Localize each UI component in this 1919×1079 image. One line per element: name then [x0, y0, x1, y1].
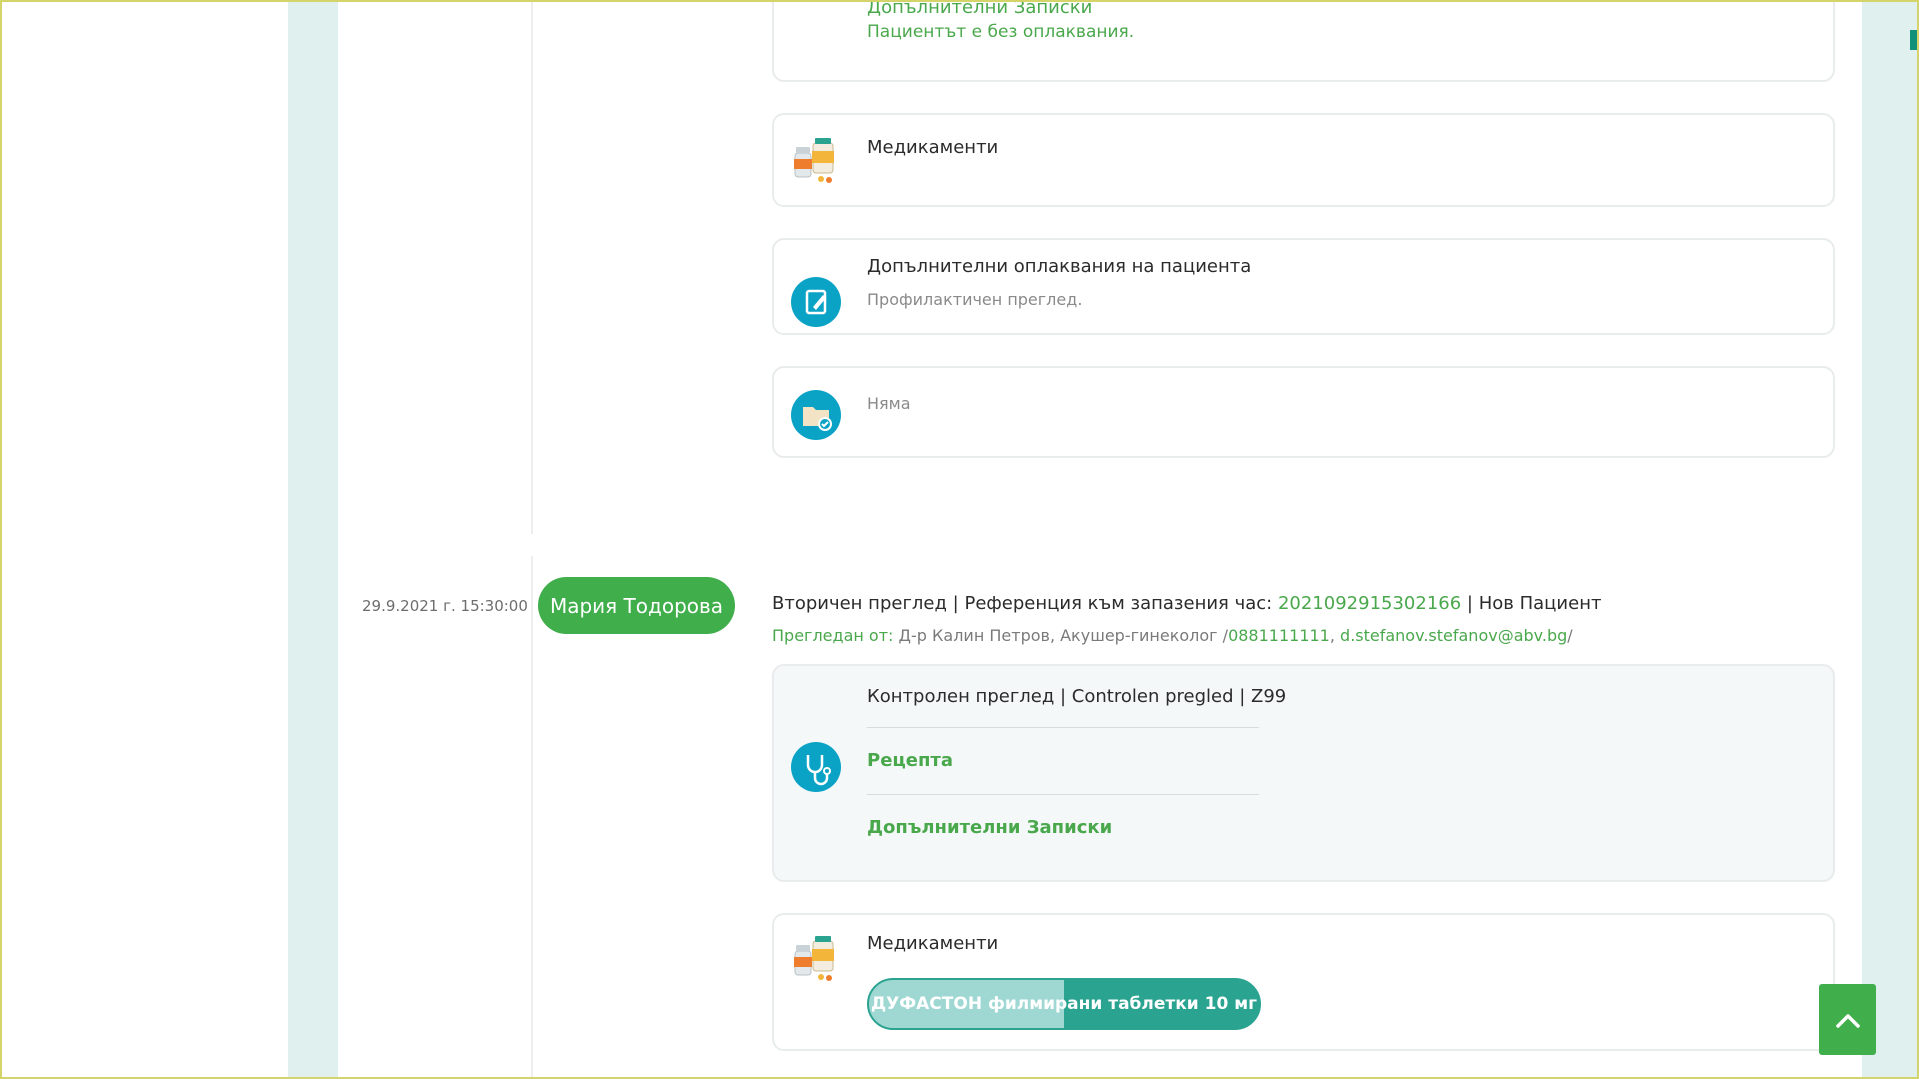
files-value: Няма	[867, 394, 911, 413]
left-gutter	[288, 0, 338, 1079]
right-gutter	[1862, 0, 1919, 1079]
timeline-line	[531, 0, 533, 534]
patient-name-badge[interactable]: Мария Тодорова	[538, 577, 735, 634]
medications-title: Медикаменти	[867, 137, 999, 158]
visit-medications-title: Медикаменти	[867, 933, 999, 954]
diagnosis-text: Контролен преглед | Controlen pregled | …	[867, 686, 1287, 707]
timeline-line	[531, 556, 533, 1079]
doctor-email-link[interactable]: d.stefanov.stefanov@abv.bg	[1340, 626, 1567, 645]
examined-by: Прегледан от: Д-р Калин Петров, Акушер-г…	[772, 626, 1573, 645]
clipboard-edit-icon	[791, 277, 841, 327]
medication-item-button[interactable]: ДУФАСТОН филмирани таблетки 10 мг	[867, 978, 1261, 1030]
complaints-card: Допълнителни оплаквания на пациента Проф…	[772, 238, 1835, 335]
complaints-value: Профилактичен преглед.	[867, 290, 1083, 309]
chevron-up-icon	[1835, 1013, 1860, 1028]
divider	[867, 794, 1259, 795]
examined-prefix: Прегледан от:	[772, 626, 894, 645]
medicine-bottles-icon	[794, 138, 834, 183]
patient-status: Нов Пациент	[1478, 593, 1602, 614]
back-to-top-button[interactable]	[1819, 984, 1876, 1055]
notes-title[interactable]: Допълнителни Записки	[867, 0, 1092, 18]
additional-notes-link[interactable]: Допълнителни Записки	[867, 817, 1112, 838]
reference-code-link[interactable]: 2021092915302166	[1278, 593, 1461, 614]
reference-label: Референция към запазения час:	[964, 593, 1273, 614]
visit-medications-card: Медикаменти ДУФАСТОН филмирани таблетки …	[772, 913, 1835, 1051]
doctor-phone-link[interactable]: 0881111111	[1228, 626, 1330, 645]
visit-summary: Вторичен преглед | Референция към запазе…	[772, 593, 1602, 614]
stethoscope-icon	[791, 742, 841, 792]
files-card: Няма	[772, 366, 1835, 458]
divider	[867, 727, 1259, 728]
folder-check-icon	[791, 390, 841, 440]
visit-datetime: 29.9.2021 г. 15:30:00	[362, 597, 528, 615]
scrollbar-thumb[interactable]	[1910, 30, 1919, 50]
medicine-bottles-icon	[794, 936, 834, 981]
notes-card: Допълнителни Записки Пациентът е без опл…	[772, 0, 1835, 82]
diagnosis-card: Контролен преглед | Controlen pregled | …	[772, 664, 1835, 882]
complaints-title: Допълнителни оплаквания на пациента	[867, 256, 1252, 277]
prescription-link[interactable]: Рецепта	[867, 750, 953, 771]
doctor-name: Д-р Калин Петров, Акушер-гинеколог /	[898, 626, 1229, 645]
visit-type: Вторичен преглед	[772, 593, 947, 614]
medications-card: Медикаменти	[772, 113, 1835, 207]
notes-value: Пациентът е без оплаквания.	[867, 22, 1135, 42]
